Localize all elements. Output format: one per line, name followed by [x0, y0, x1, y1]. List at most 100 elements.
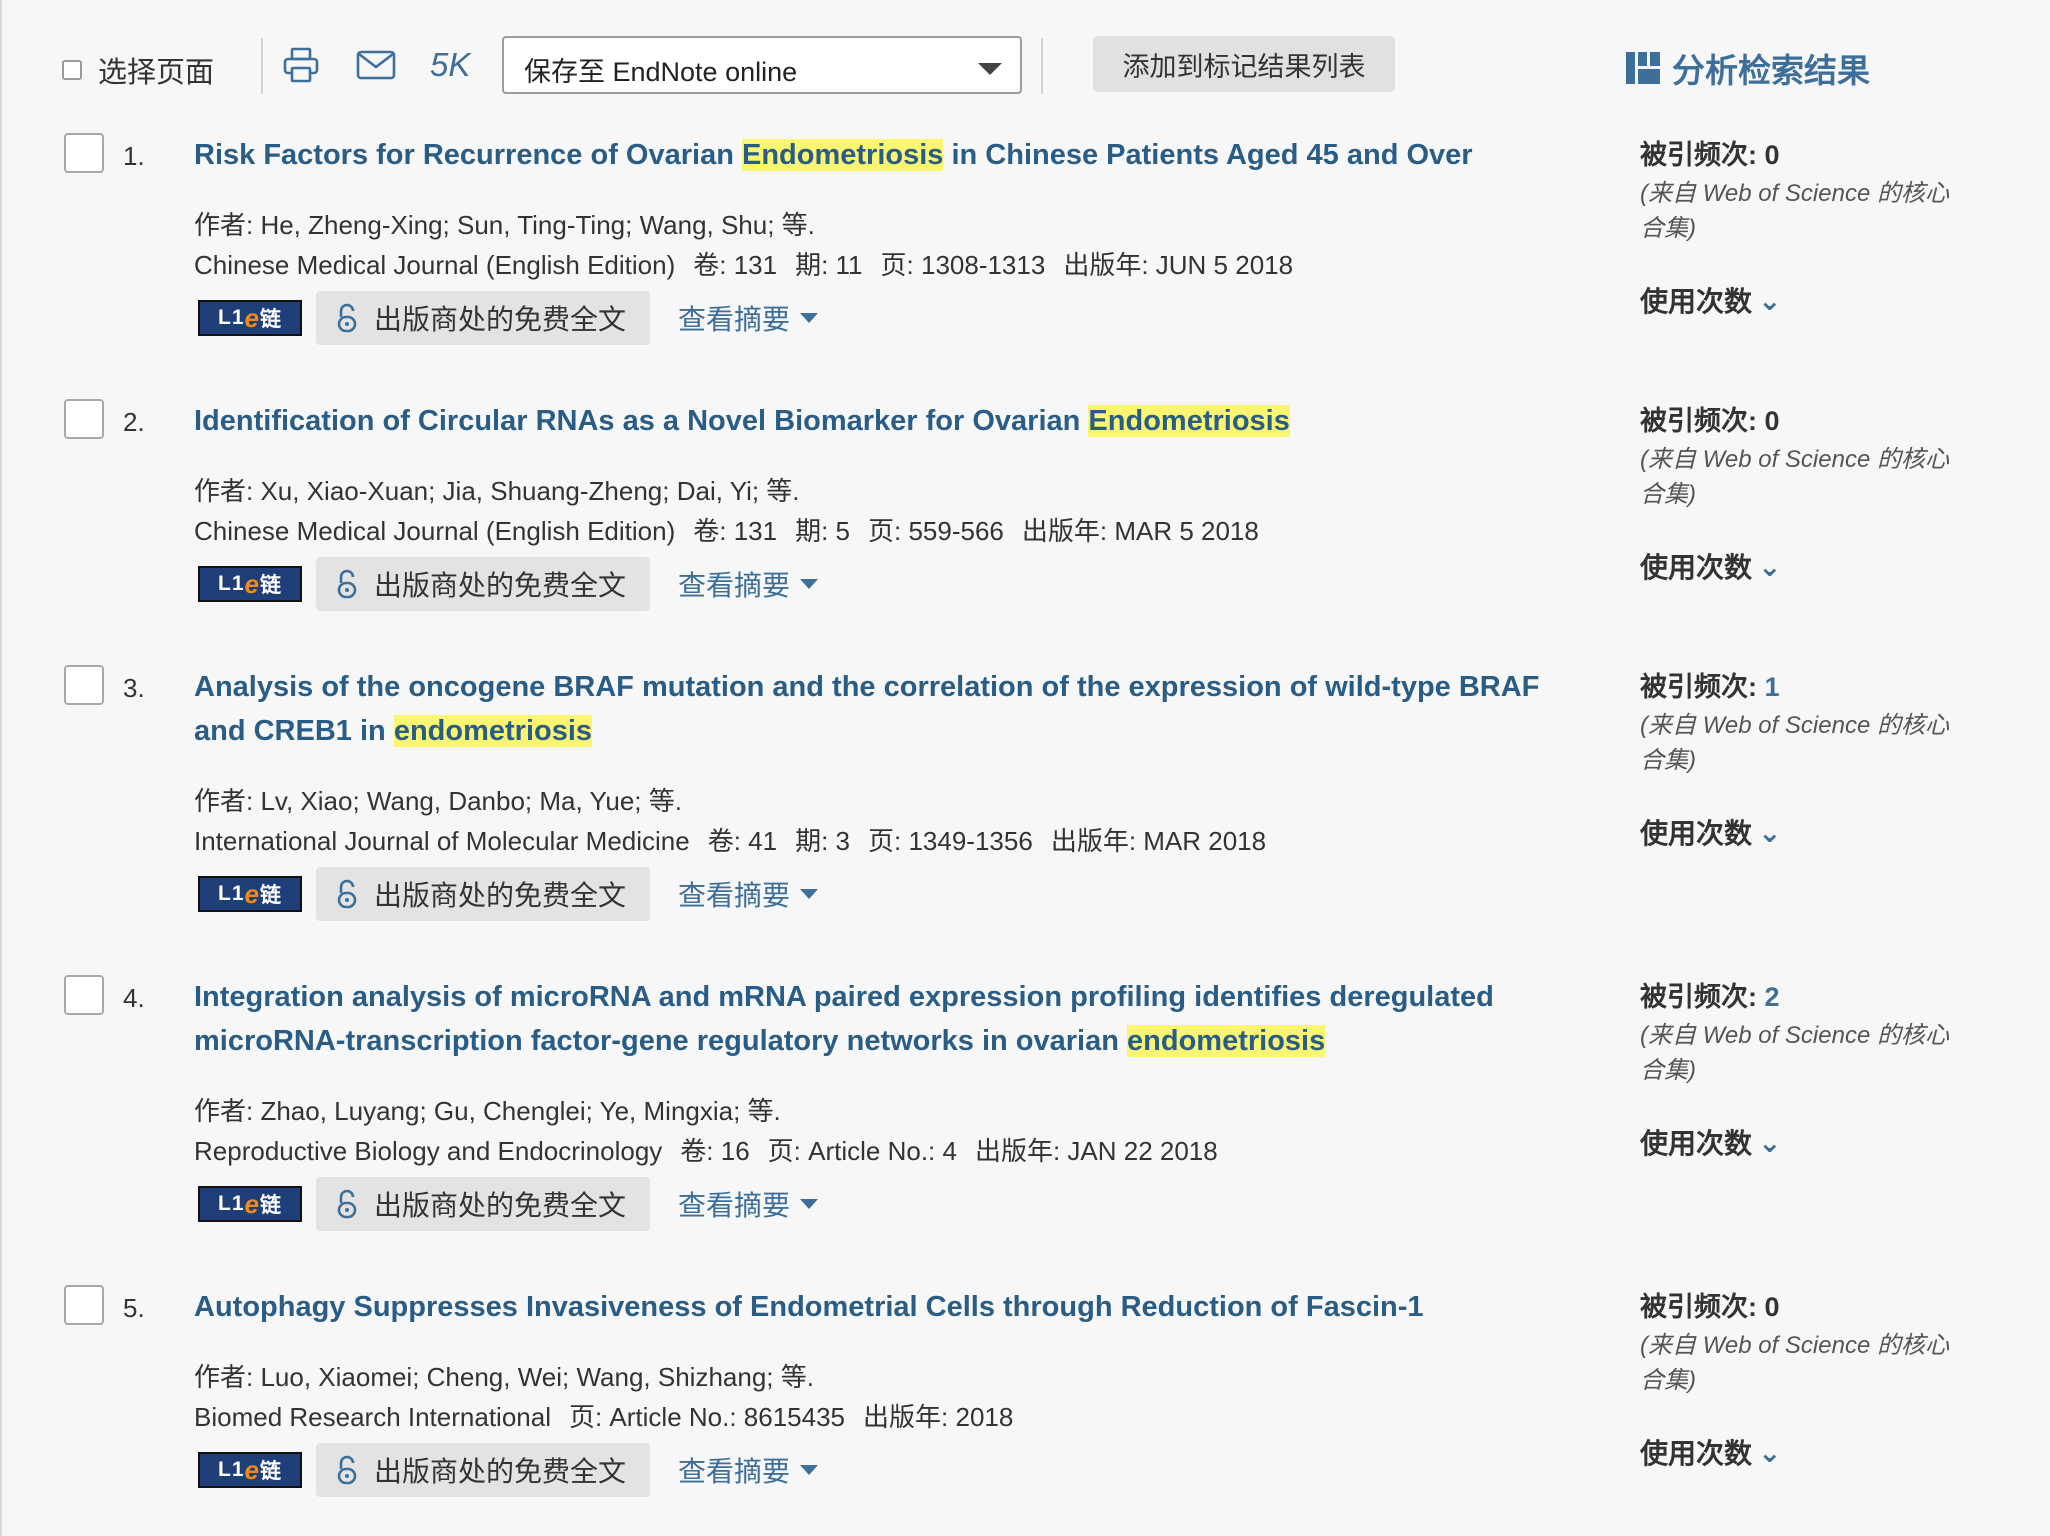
- pub-year: 出版年: JAN 22 2018: [974, 1136, 1218, 1166]
- journal-name: Chinese Medical Journal (English Edition…: [194, 516, 676, 546]
- add-to-marked-list-button[interactable]: 添加到标记结果列表: [1093, 36, 1395, 92]
- free-fulltext-button[interactable]: 出版商处的免费全文: [316, 291, 651, 345]
- record-checkbox[interactable]: [64, 399, 104, 439]
- email-icon[interactable]: [353, 42, 399, 88]
- volume: 卷: 41: [707, 826, 778, 856]
- record-checkbox[interactable]: [64, 665, 104, 705]
- view-abstract-toggle[interactable]: 查看摘要: [678, 1184, 819, 1224]
- analysis-grid-icon: [1626, 52, 1660, 84]
- caret-down-icon: [800, 1199, 819, 1209]
- pages: 页: Article No.: 8615435: [568, 1402, 846, 1432]
- pub-year: 出版年: JUN 5 2018: [1063, 250, 1294, 280]
- caret-down-icon: [800, 579, 819, 589]
- title-text-after: in Chinese Patients Aged 45 and Over: [943, 139, 1473, 171]
- record-source: Reproductive Biology and Endocrinology 卷:…: [194, 1131, 1236, 1168]
- times-cited: 被引频次: 0: [1640, 1292, 1780, 1322]
- open-lock-icon: [337, 1189, 357, 1219]
- elink-logo-button[interactable]: L1 e 链: [198, 1186, 302, 1222]
- chevron-down-icon: [978, 63, 1002, 75]
- open-lock-icon: [337, 879, 357, 909]
- title-text: Risk Factors for Recurrence of Ovarian: [194, 139, 742, 171]
- times-cited-source: (来自 Web of Science 的核心合集): [1640, 446, 1949, 508]
- record-authors: 作者: Xu, Xiao-Xuan; Jia, Shuang-Zheng; Da…: [194, 476, 800, 506]
- citation-panel: 被引频次: 0 (来自 Web of Science 的核心合集) 使用次数 ⌄: [1640, 133, 1970, 320]
- times-cited: 被引频次: 0: [1640, 406, 1780, 436]
- select-page[interactable]: 选择页面: [62, 50, 214, 90]
- times-cited-link[interactable]: 1: [1765, 672, 1780, 702]
- left-border: [0, 0, 2, 1536]
- elink-logo-button[interactable]: L1 e 链: [198, 1452, 302, 1488]
- record-authors: 作者: Lv, Xiao; Wang, Danbo; Ma, Yue; 等.: [194, 786, 682, 816]
- free-fulltext-label: 出版商处的免费全文: [374, 1456, 627, 1487]
- open-lock-icon: [337, 303, 357, 333]
- free-fulltext-button[interactable]: 出版商处的免费全文: [316, 557, 651, 611]
- times-cited-link[interactable]: 2: [1765, 982, 1780, 1012]
- title-highlight: Endometriosis: [1088, 405, 1290, 437]
- citation-panel: 被引频次: 0 (来自 Web of Science 的核心合集) 使用次数 ⌄: [1640, 399, 1970, 586]
- pages: 页: 559-566: [868, 516, 1004, 546]
- elink-logo-button[interactable]: L1 e 链: [198, 566, 302, 602]
- record-source: Chinese Medical Journal (English Edition…: [194, 245, 1311, 282]
- view-abstract-toggle[interactable]: 查看摘要: [678, 564, 819, 604]
- toolbar-divider: [261, 38, 263, 94]
- journal-name: Biomed Research International: [194, 1402, 551, 1432]
- chevron-down-icon: ⌄: [1758, 1126, 1782, 1158]
- record-source: Biomed Research International 页: Article …: [194, 1397, 1031, 1434]
- elink-logo-button[interactable]: L1 e 链: [198, 876, 302, 912]
- record-title[interactable]: Integration analysis of microRNA and mRN…: [194, 975, 1614, 1063]
- record-checkbox[interactable]: [64, 975, 104, 1015]
- volume: 卷: 131: [693, 250, 778, 280]
- journal-name: International Journal of Molecular Medic…: [194, 826, 690, 856]
- times-cited-value: 0: [1764, 1292, 1780, 1322]
- record-links: L1 e 链 出版商处的免费全文 查看摘要: [198, 1177, 819, 1231]
- record-authors: 作者: Zhao, Luyang; Gu, Chenglei; Ye, Ming…: [194, 1096, 781, 1126]
- usage-count-toggle[interactable]: 使用次数 ⌄: [1640, 812, 1970, 852]
- title-highlight: endometriosis: [393, 715, 593, 747]
- record-title[interactable]: Autophagy Suppresses Invasiveness of End…: [194, 1285, 1594, 1329]
- usage-count-toggle[interactable]: 使用次数 ⌄: [1640, 1432, 1970, 1472]
- results-toolbar: 选择页面 5K 保存至 EndNote online 添加到标记结果列表 分析检…: [0, 0, 2050, 120]
- title-text: Autophagy Suppresses Invasiveness of End…: [194, 1291, 1424, 1323]
- free-fulltext-label: 出版商处的免费全文: [374, 304, 627, 335]
- select-page-checkbox[interactable]: [62, 60, 82, 80]
- usage-count-toggle[interactable]: 使用次数 ⌄: [1640, 546, 1970, 586]
- citation-panel: 被引频次: 0 (来自 Web of Science 的核心合集) 使用次数 ⌄: [1640, 1285, 1970, 1472]
- print-icon[interactable]: [278, 42, 324, 88]
- free-fulltext-button[interactable]: 出版商处的免费全文: [316, 867, 651, 921]
- analyze-results-label: 分析检索结果: [1672, 52, 1870, 89]
- free-fulltext-button[interactable]: 出版商处的免费全文: [316, 1443, 651, 1497]
- record-title[interactable]: Identification of Circular RNAs as a Nov…: [194, 399, 1594, 443]
- usage-count-toggle[interactable]: 使用次数 ⌄: [1640, 280, 1970, 320]
- endnote-select-value: 保存至 EndNote online: [524, 57, 798, 87]
- elink-logo-button[interactable]: L1 e 链: [198, 300, 302, 336]
- title-highlight: endometriosis: [1127, 1025, 1326, 1057]
- times-cited-value: 0: [1764, 406, 1780, 436]
- times-cited: 被引频次: 1: [1640, 672, 1780, 702]
- record-source: International Journal of Molecular Medic…: [194, 821, 1284, 858]
- record-source: Chinese Medical Journal (English Edition…: [194, 511, 1277, 548]
- citation-panel: 被引频次: 1 (来自 Web of Science 的核心合集) 使用次数 ⌄: [1640, 665, 1970, 852]
- caret-down-icon: [800, 889, 819, 899]
- record-title[interactable]: Analysis of the oncogene BRAF mutation a…: [194, 665, 1594, 753]
- export-5k-button[interactable]: 5K: [430, 46, 470, 84]
- view-abstract-toggle[interactable]: 查看摘要: [678, 1450, 819, 1490]
- usage-count-toggle[interactable]: 使用次数 ⌄: [1640, 1122, 1970, 1162]
- record-checkbox[interactable]: [64, 133, 104, 173]
- record-number: 2.: [123, 407, 145, 437]
- view-abstract-toggle[interactable]: 查看摘要: [678, 874, 819, 914]
- free-fulltext-button[interactable]: 出版商处的免费全文: [316, 1177, 651, 1231]
- record-number: 5.: [123, 1293, 145, 1323]
- chevron-down-icon: ⌄: [1758, 816, 1782, 848]
- issue: 期: 3: [795, 826, 851, 856]
- times-cited: 被引频次: 0: [1640, 140, 1780, 170]
- endnote-save-select[interactable]: 保存至 EndNote online: [502, 36, 1022, 94]
- record-links: L1 e 链 出版商处的免费全文 查看摘要: [198, 291, 819, 345]
- record-checkbox[interactable]: [64, 1285, 104, 1325]
- issue: 期: 5: [795, 516, 850, 546]
- record-title[interactable]: Risk Factors for Recurrence of Ovarian E…: [194, 133, 1594, 177]
- open-lock-icon: [337, 569, 357, 599]
- journal-name: Chinese Medical Journal (English Edition…: [194, 250, 676, 280]
- view-abstract-toggle[interactable]: 查看摘要: [678, 298, 819, 338]
- pages: 页: 1308-1313: [880, 250, 1046, 280]
- analyze-results-link[interactable]: 分析检索结果: [1626, 44, 1870, 92]
